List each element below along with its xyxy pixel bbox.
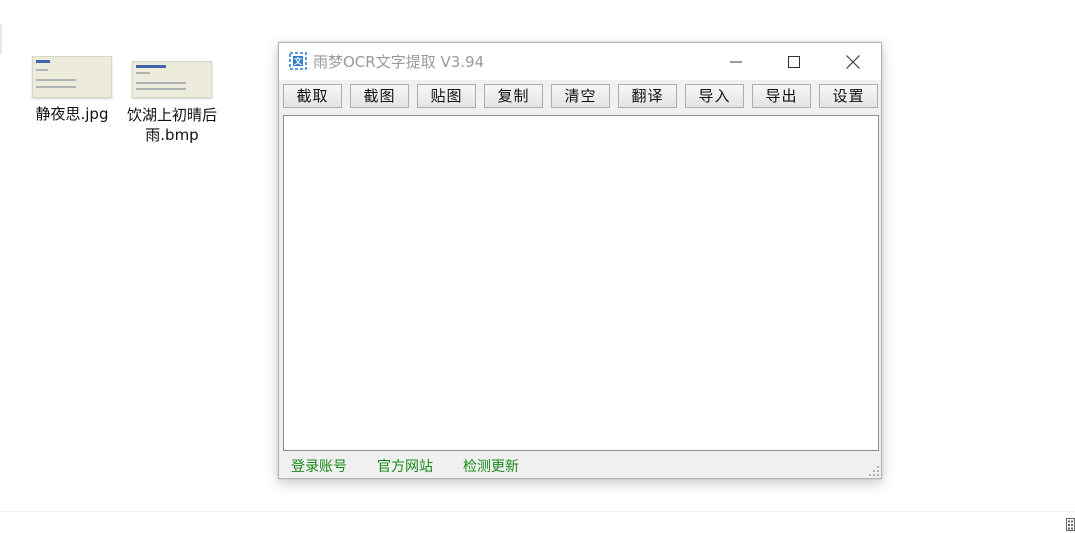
pin-image-button[interactable]: 贴图 bbox=[417, 84, 476, 108]
maximize-button[interactable] bbox=[765, 43, 823, 80]
minimize-button[interactable] bbox=[707, 43, 765, 80]
ocr-scan-icon: 文 bbox=[289, 52, 307, 70]
minimize-icon bbox=[730, 61, 742, 62]
file-name-label: 静夜思.jpg bbox=[35, 105, 109, 123]
login-link[interactable]: 登录账号 bbox=[291, 458, 347, 476]
image-file-thumbnail-icon bbox=[32, 56, 112, 98]
ocr-result-textarea[interactable] bbox=[283, 115, 879, 451]
image-file-thumbnail-icon bbox=[132, 61, 212, 98]
copy-button[interactable]: 复制 bbox=[484, 84, 543, 108]
file-name-label: 饮湖上初晴后雨.bmp bbox=[126, 106, 217, 144]
window-title: 雨梦OCR文字提取 V3.94 bbox=[313, 53, 485, 71]
resize-grip-icon[interactable] bbox=[869, 466, 879, 476]
close-icon bbox=[846, 54, 860, 69]
maximize-icon bbox=[788, 55, 800, 68]
desktop-file-yinhushang[interactable]: 饮湖上初晴后雨.bmp bbox=[126, 61, 218, 145]
toolbar: 截取 截图 贴图 复制 清空 翻译 导入 导出 设置 bbox=[283, 84, 878, 108]
import-button[interactable]: 导入 bbox=[685, 84, 744, 108]
desktop-file-jingyesi[interactable]: 静夜思.jpg bbox=[26, 56, 118, 124]
ocr-app-window: 文 雨梦OCR文字提取 V3.94 截取 截图 贴图 复制 清空 翻译 导入 导… bbox=[278, 42, 882, 479]
close-button[interactable] bbox=[824, 43, 882, 80]
translate-button[interactable]: 翻译 bbox=[618, 84, 677, 108]
check-update-link[interactable]: 检测更新 bbox=[463, 458, 519, 476]
desktop-edge bbox=[0, 24, 2, 54]
title-bar[interactable]: 文 雨梦OCR文字提取 V3.94 bbox=[279, 43, 881, 80]
taskbar-tray-icon[interactable] bbox=[1066, 518, 1075, 531]
capture-button[interactable]: 截取 bbox=[283, 84, 342, 108]
screenshot-button[interactable]: 截图 bbox=[350, 84, 409, 108]
export-button[interactable]: 导出 bbox=[752, 84, 811, 108]
desktop-divider bbox=[0, 511, 1075, 512]
svg-text:文: 文 bbox=[294, 56, 303, 66]
clear-button[interactable]: 清空 bbox=[551, 84, 610, 108]
settings-button[interactable]: 设置 bbox=[819, 84, 878, 108]
official-site-link[interactable]: 官方网站 bbox=[377, 458, 433, 476]
